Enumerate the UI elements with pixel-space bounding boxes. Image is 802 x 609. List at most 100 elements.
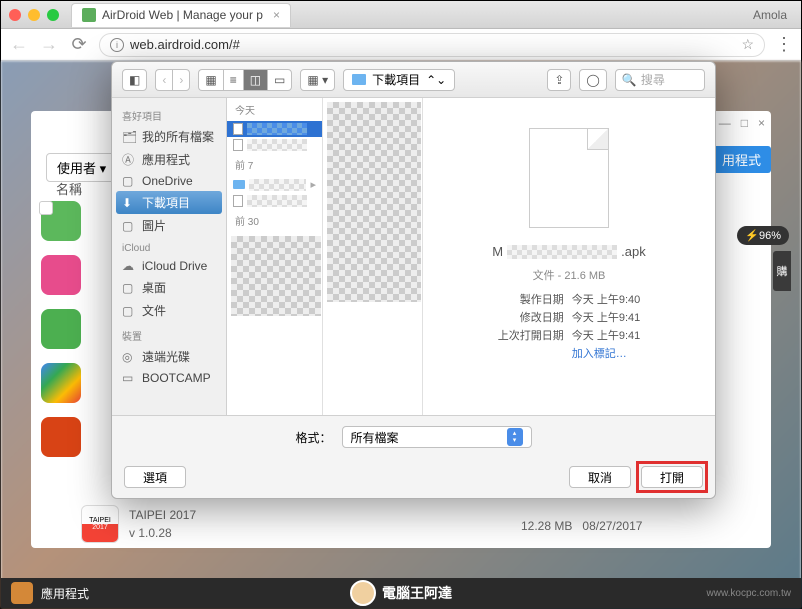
group-dropdown[interactable]: ▦ ▾ — [300, 69, 335, 91]
sidebar-item-onedrive[interactable]: ▢OneDrive — [112, 171, 226, 191]
folder-icon: ▢ — [122, 174, 136, 188]
date-group-30days: 前 30 — [227, 209, 322, 232]
forward-button[interactable]: → — [39, 35, 59, 55]
address-bar: ← → ⟳ i web.airdroid.com/# ☆ ⋮ — [1, 29, 801, 61]
sidebar-item-applications[interactable]: Ⓐ應用程式 — [112, 148, 226, 171]
browser-tab-bar: AirDroid Web | Manage your p × Amola — [1, 1, 801, 29]
app-icon[interactable] — [41, 417, 81, 457]
profile-name[interactable]: Amola — [753, 8, 793, 22]
tags-button[interactable]: ◯ — [579, 69, 606, 91]
date-group-7days: 前 7 — [227, 153, 322, 176]
file-item[interactable]: ▸ — [227, 176, 322, 193]
sidebar-item-pictures[interactable]: ▢圖片 — [112, 214, 226, 237]
browser-tab[interactable]: AirDroid Web | Manage your p × — [71, 3, 291, 27]
watermark-url: www.kocpc.com.tw — [707, 588, 791, 599]
url-input[interactable]: i web.airdroid.com/# ☆ — [99, 33, 765, 57]
documents-icon: ▢ — [122, 304, 136, 318]
file-list-blurred — [327, 102, 421, 302]
close-window-button[interactable] — [9, 9, 21, 21]
pictures-icon: ▢ — [122, 219, 136, 233]
download-icon: ⬇ — [122, 196, 136, 210]
open-button-highlight: 打開 — [636, 461, 708, 493]
view-icon-button[interactable]: ▦ — [198, 69, 222, 91]
app-icon-taipei: TAIPEI2017 — [81, 505, 119, 543]
app-icon[interactable] — [41, 255, 81, 295]
cancel-button[interactable]: 取消 — [569, 466, 631, 488]
share-button[interactable]: ⇪ — [547, 69, 571, 91]
sidebar-item-remote-disc[interactable]: ◎遠端光碟 — [112, 345, 226, 368]
file-icon — [233, 139, 243, 151]
site-info-icon[interactable]: i — [110, 38, 124, 52]
file-item[interactable] — [227, 137, 322, 153]
battery-indicator: ⚡96% — [737, 226, 789, 245]
dialog-button-row: 選項 取消 打開 — [112, 458, 715, 498]
sidebar-item-all-files[interactable]: 🗂我的所有檔案 — [112, 125, 226, 148]
file-item-selected[interactable] — [227, 121, 322, 137]
file-preview-pane: M.apk 文件 - 21.6 MB 製作日期今天 上午9:40 修改日期今天 … — [423, 98, 715, 415]
maximize-icon[interactable]: □ — [741, 116, 748, 130]
dropdown-arrows-icon: ▴▾ — [507, 428, 523, 446]
location-dropdown[interactable]: 下載項目 ⌃⌄ — [343, 69, 455, 91]
preview-filename: M.apk — [443, 244, 695, 259]
add-tag-link[interactable]: 加入標記… — [572, 345, 640, 361]
sidebar-toggle-button[interactable]: ◧ — [122, 69, 147, 91]
sidebar-section-devices: 裝置 — [112, 322, 226, 345]
sidebar-item-documents[interactable]: ▢文件 — [112, 299, 226, 322]
maximize-window-button[interactable] — [47, 9, 59, 21]
tab-title: AirDroid Web | Manage your p — [102, 8, 263, 22]
watermark-brand: 電腦王阿達 — [350, 580, 452, 606]
minimize-icon[interactable]: — — [719, 116, 731, 130]
dialog-toolbar: ◧ ‹ › ▦ ≡ ◫ ▭ ▦ ▾ 下載項目 ⌃⌄ ⇪ ◯ 🔍 搜尋 — [112, 62, 715, 98]
app-icon[interactable] — [41, 363, 81, 403]
sidebar-item-bootcamp[interactable]: ▭BOOTCAMP — [112, 368, 226, 388]
app-checkbox[interactable] — [39, 201, 53, 215]
close-icon[interactable]: × — [758, 116, 765, 130]
view-list-button[interactable]: ≡ — [223, 69, 243, 91]
view-column-button[interactable]: ◫ — [243, 69, 267, 91]
user-dropdown[interactable]: 使用者 ▾ — [46, 153, 117, 182]
sidebar-item-icloud-drive[interactable]: ☁iCloud Drive — [112, 256, 226, 276]
chevron-down-icon: ⌃⌄ — [426, 73, 446, 87]
browser-menu-button[interactable]: ⋮ — [775, 34, 793, 55]
minimize-window-button[interactable] — [28, 9, 40, 21]
install-app-button[interactable]: 用程式 — [712, 146, 771, 173]
sidebar-item-desktop[interactable]: ▢桌面 — [112, 276, 226, 299]
opened-label: 上次打開日期 — [498, 327, 564, 343]
preview-file-icon — [529, 128, 609, 228]
disc-icon: ◎ — [122, 350, 136, 364]
forward-button[interactable]: › — [172, 69, 190, 91]
app-row-taipei[interactable]: TAIPEI2017 TAIPEI 2017 v 1.0.28 — [81, 505, 196, 543]
format-dropdown[interactable]: 所有檔案 ▴▾ — [342, 426, 532, 448]
document-icon: 🗂 — [122, 130, 136, 144]
dialog-sidebar: 喜好項目 🗂我的所有檔案 Ⓐ應用程式 ▢OneDrive ⬇下載項目 ▢圖片 i… — [112, 98, 227, 415]
sidebar-section-icloud: iCloud — [112, 237, 226, 256]
modified-label: 修改日期 — [498, 309, 564, 325]
bookmark-star-icon[interactable]: ☆ — [741, 36, 754, 53]
options-button[interactable]: 選項 — [124, 466, 186, 488]
created-label: 製作日期 — [498, 291, 564, 307]
buy-button[interactable]: 購 — [773, 251, 791, 291]
view-gallery-button[interactable]: ▭ — [267, 69, 292, 91]
app-name: TAIPEI 2017 — [129, 506, 196, 524]
reload-button[interactable]: ⟳ — [69, 35, 89, 55]
folder-icon — [352, 74, 366, 85]
url-text: web.airdroid.com/# — [130, 37, 240, 52]
sidebar-item-downloads[interactable]: ⬇下載項目 — [116, 191, 222, 214]
name-column-header: 名稱 — [56, 179, 82, 198]
file-item[interactable] — [227, 193, 322, 209]
dock-app-icon[interactable] — [11, 582, 33, 604]
close-tab-icon[interactable]: × — [273, 8, 280, 22]
folder-icon — [233, 180, 245, 189]
search-placeholder: 搜尋 — [641, 71, 665, 88]
back-button[interactable]: ‹ — [155, 69, 172, 91]
app-icon[interactable] — [41, 309, 81, 349]
search-input[interactable]: 🔍 搜尋 — [615, 69, 705, 91]
favicon — [82, 8, 96, 22]
open-button[interactable]: 打開 — [641, 466, 703, 488]
cloud-icon: ☁ — [122, 259, 136, 273]
file-column-1: 今天 前 7 ▸ 前 30 — [227, 98, 323, 415]
desktop-icon: ▢ — [122, 281, 136, 295]
search-icon: 🔍 — [622, 73, 637, 87]
back-button[interactable]: ← — [9, 35, 29, 55]
format-row: 格式： 所有檔案 ▴▾ — [112, 415, 715, 458]
